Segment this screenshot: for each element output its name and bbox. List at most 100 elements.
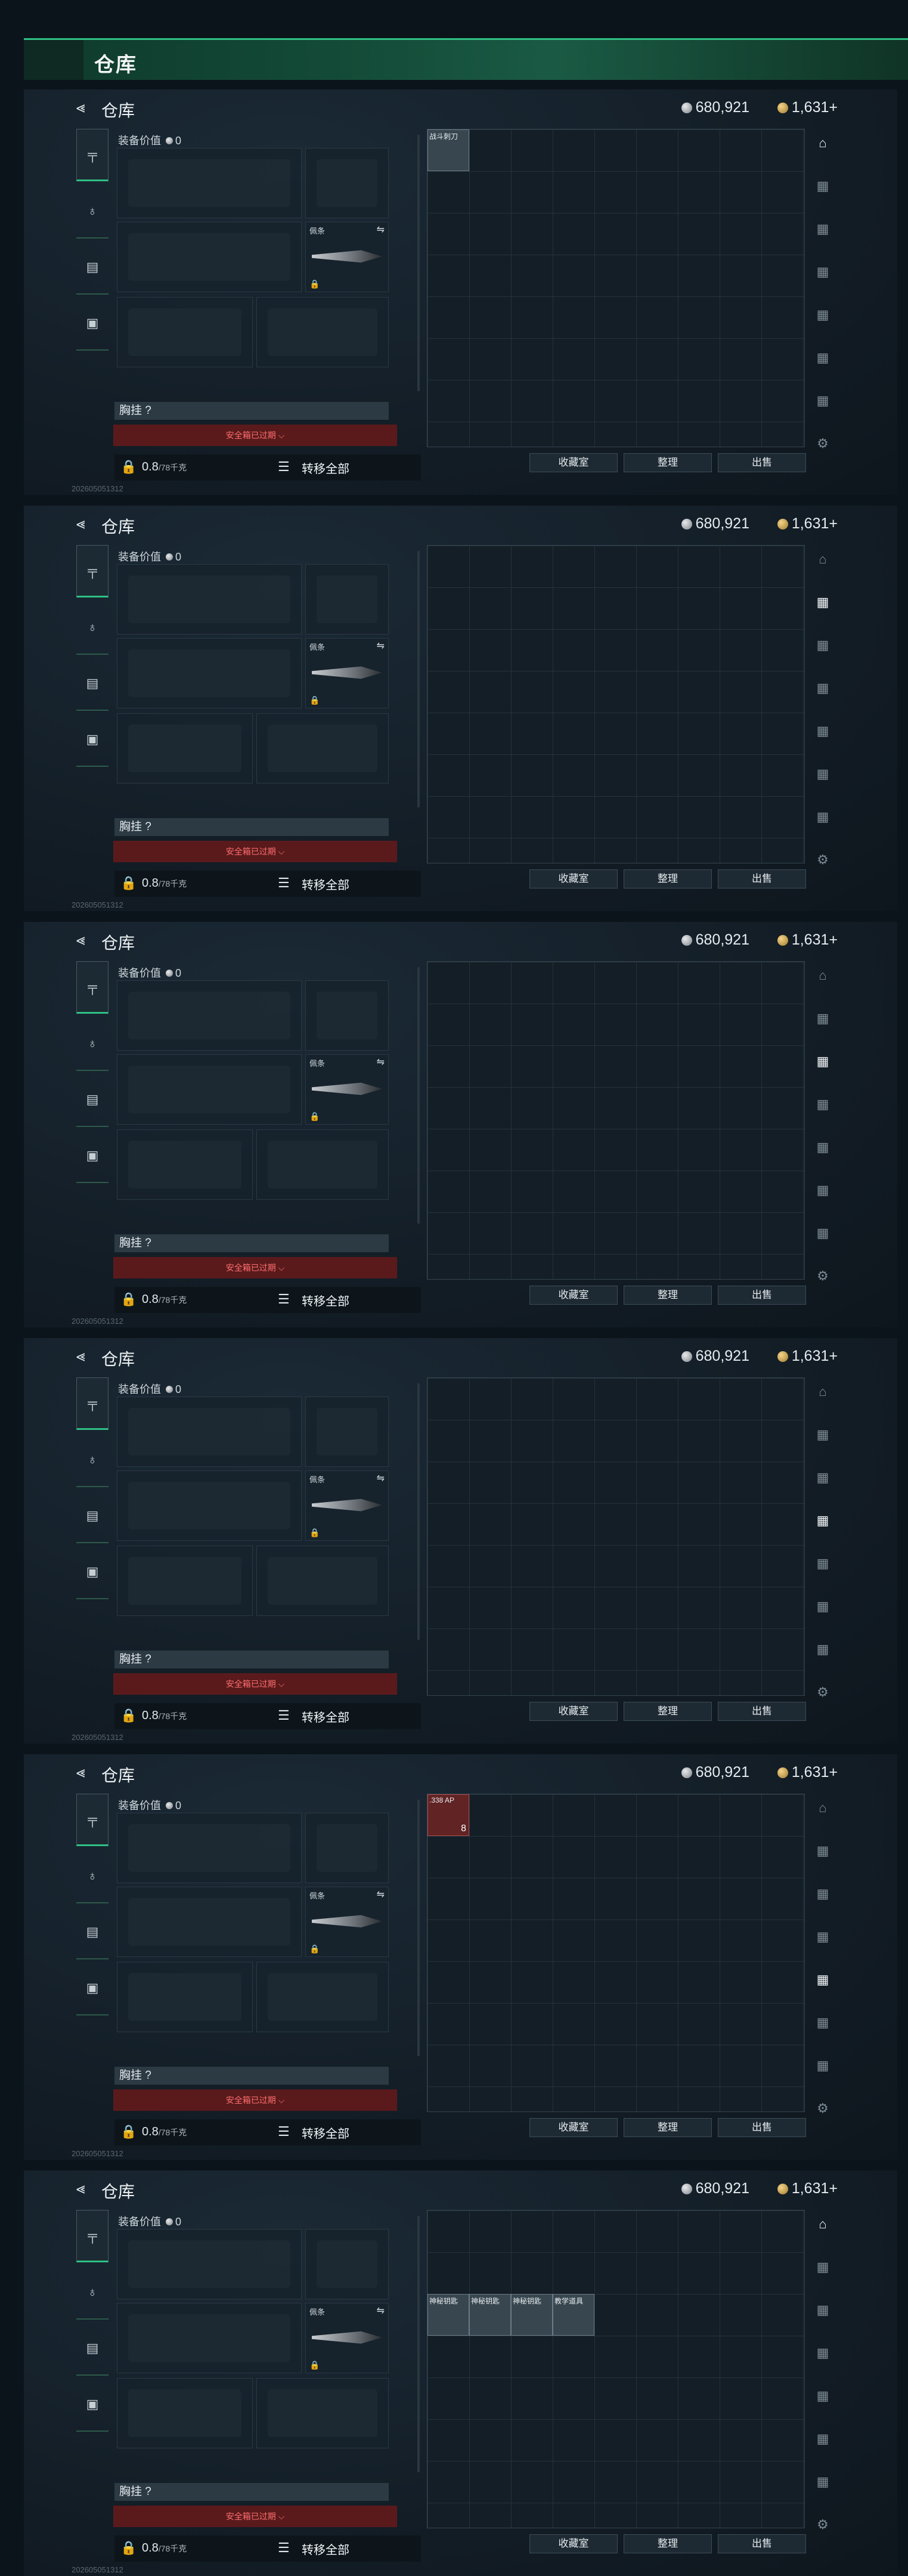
sort-button[interactable]: 整理	[624, 1286, 712, 1305]
safe-box-expired[interactable]: 安全箱已过期 ⌵	[113, 425, 397, 446]
helmet-slot[interactable]	[117, 1546, 253, 1616]
primary-weapon-slot[interactable]	[117, 2229, 302, 2299]
warehouse-grid[interactable]	[427, 1377, 805, 1696]
back-arrow-icon[interactable]: ⪡	[76, 2180, 92, 2196]
swap-icon[interactable]: ⇋	[377, 1472, 385, 1484]
gold-plus-icon[interactable]: +	[829, 1764, 838, 1781]
collection-button[interactable]: 收藏室	[529, 2534, 618, 2553]
folder-icon[interactable]: ▦	[811, 805, 835, 829]
transfer-all-button[interactable]: 转移全部	[302, 1292, 349, 1309]
backpack-icon[interactable]: ▣	[76, 1546, 109, 1599]
melee-slot[interactable]: 佩条 ⇋ 🔒	[305, 638, 389, 708]
gear-icon[interactable]: ⚙	[811, 2097, 835, 2120]
list-icon[interactable]: ☰	[278, 1708, 290, 1723]
gear-icon[interactable]: ⚙	[811, 1264, 835, 1288]
list-icon[interactable]: ☰	[278, 875, 290, 891]
folder-icon[interactable]: ▦	[811, 2255, 835, 2279]
safe-box-expired[interactable]: 安全箱已过期 ⌵	[113, 1673, 397, 1695]
sort-button[interactable]: 整理	[624, 1702, 712, 1721]
melee-slot[interactable]: 佩条 ⇋ 🔒	[305, 2303, 389, 2373]
building-icon[interactable]: ⌂	[811, 1380, 835, 1404]
primary-weapon-slot[interactable]	[117, 980, 302, 1051]
pistol-slot[interactable]	[305, 564, 389, 634]
armor-slot[interactable]	[256, 1962, 389, 2032]
melee-slot[interactable]: 佩条 ⇋ 🔒	[305, 1470, 389, 1541]
list-icon[interactable]: ☰	[278, 2124, 290, 2140]
grid-item[interactable]: 战斗刺刀	[427, 129, 469, 171]
gold-currency[interactable]: 1,631+	[777, 931, 838, 949]
grid-item[interactable]: 神秘钥匙	[427, 2294, 469, 2336]
folder-icon[interactable]: ▦	[811, 762, 835, 786]
equip-scrollbar[interactable]	[417, 967, 420, 1224]
vest-icon[interactable]: ▤	[76, 1073, 109, 1127]
folder-icon[interactable]: ▦	[811, 2298, 835, 2322]
lock-icon[interactable]: 🔒	[120, 1708, 137, 1723]
armor-slot[interactable]	[256, 297, 389, 367]
vest-icon[interactable]: ▤	[76, 2322, 109, 2376]
equip-scrollbar[interactable]	[417, 135, 420, 391]
building-icon[interactable]: ⌂	[811, 131, 835, 155]
back-arrow-icon[interactable]: ⪡	[76, 1764, 92, 1779]
pistol-slot[interactable]	[305, 1397, 389, 1467]
melee-slot[interactable]: 佩条 ⇋ 🔒	[305, 1054, 389, 1125]
melee-slot[interactable]: 佩条 ⇋ 🔒	[305, 222, 389, 292]
folder-icon[interactable]: ▦	[811, 174, 835, 198]
folder-icon[interactable]: ▦	[811, 1509, 835, 1532]
folder-icon[interactable]: ▦	[811, 1423, 835, 1447]
collection-button[interactable]: 收藏室	[529, 453, 618, 472]
safe-box-expired[interactable]: 安全箱已过期 ⌵	[113, 841, 397, 862]
lock-icon[interactable]: 🔒	[120, 875, 137, 891]
folder-icon[interactable]: ▦	[811, 1007, 835, 1030]
primary-weapon-slot[interactable]	[117, 1813, 302, 1883]
sell-button[interactable]: 出售	[718, 1286, 806, 1305]
melee-slot[interactable]: 佩条 ⇋ 🔒	[305, 1887, 389, 1957]
back-arrow-icon[interactable]: ⪡	[76, 515, 92, 531]
helmet-icon[interactable]: ♁	[76, 2266, 109, 2320]
back-arrow-icon[interactable]: ⪡	[76, 1348, 92, 1363]
folder-icon[interactable]: ▦	[811, 2384, 835, 2408]
transfer-all-button[interactable]: 转移全部	[302, 2540, 349, 2558]
warehouse-grid[interactable]: 战斗刺刀	[427, 129, 805, 447]
folder-icon[interactable]: ▦	[811, 1178, 835, 1202]
swap-icon[interactable]: ⇋	[377, 1056, 385, 1068]
folder-icon[interactable]: ▦	[811, 633, 835, 657]
lock-icon[interactable]: 🔒	[120, 1292, 137, 1307]
folder-icon[interactable]: ▦	[811, 217, 835, 241]
building-icon[interactable]: ⌂	[811, 547, 835, 571]
folder-icon[interactable]: ▦	[811, 2470, 835, 2494]
armor-slot[interactable]	[256, 1546, 389, 1616]
transfer-all-button[interactable]: 转移全部	[302, 875, 349, 893]
folder-icon[interactable]: ▦	[811, 1049, 835, 1073]
folder-icon[interactable]: ▦	[811, 1221, 835, 1245]
sort-button[interactable]: 整理	[624, 2534, 712, 2553]
back-arrow-icon[interactable]: ⪡	[76, 931, 92, 947]
equip-scrollbar[interactable]	[417, 551, 420, 807]
folder-icon[interactable]: ▦	[811, 2054, 835, 2077]
grid-item[interactable]: 神秘钥匙	[511, 2294, 553, 2336]
sell-button[interactable]: 出售	[718, 1702, 806, 1721]
building-icon[interactable]: ⌂	[811, 964, 835, 987]
chest-rig-row[interactable]: 胸挂 ?	[114, 2067, 389, 2085]
gold-plus-icon[interactable]: +	[829, 1348, 838, 1364]
grid-item[interactable]: 教学道具	[553, 2294, 594, 2336]
secondary-weapon-slot[interactable]	[117, 2303, 302, 2373]
helmet-icon[interactable]: ♁	[76, 1850, 109, 1903]
armor-slot[interactable]	[256, 713, 389, 784]
helmet-slot[interactable]	[117, 1962, 253, 2032]
backpack-icon[interactable]: ▣	[76, 713, 109, 767]
chest-rig-row[interactable]: 胸挂 ?	[114, 2483, 389, 2501]
gear-icon[interactable]: ⚙	[811, 2513, 835, 2537]
building-icon[interactable]: ⌂	[811, 1796, 835, 1820]
folder-icon[interactable]: ▦	[811, 1968, 835, 1992]
folder-icon[interactable]: ▦	[811, 1092, 835, 1116]
helmet-icon[interactable]: ♁	[76, 1433, 109, 1487]
gold-plus-icon[interactable]: +	[829, 2180, 838, 2197]
helmet-icon[interactable]: ♁	[76, 601, 109, 655]
folder-icon[interactable]: ▦	[811, 389, 835, 413]
folder-icon[interactable]: ▦	[811, 1466, 835, 1490]
primary-weapon-slot[interactable]	[117, 148, 302, 218]
backpack-icon[interactable]: ▣	[76, 2378, 109, 2432]
chest-rig-row[interactable]: 胸挂 ?	[114, 818, 389, 836]
sell-button[interactable]: 出售	[718, 869, 806, 888]
pistol-icon[interactable]: ╤	[76, 129, 109, 181]
